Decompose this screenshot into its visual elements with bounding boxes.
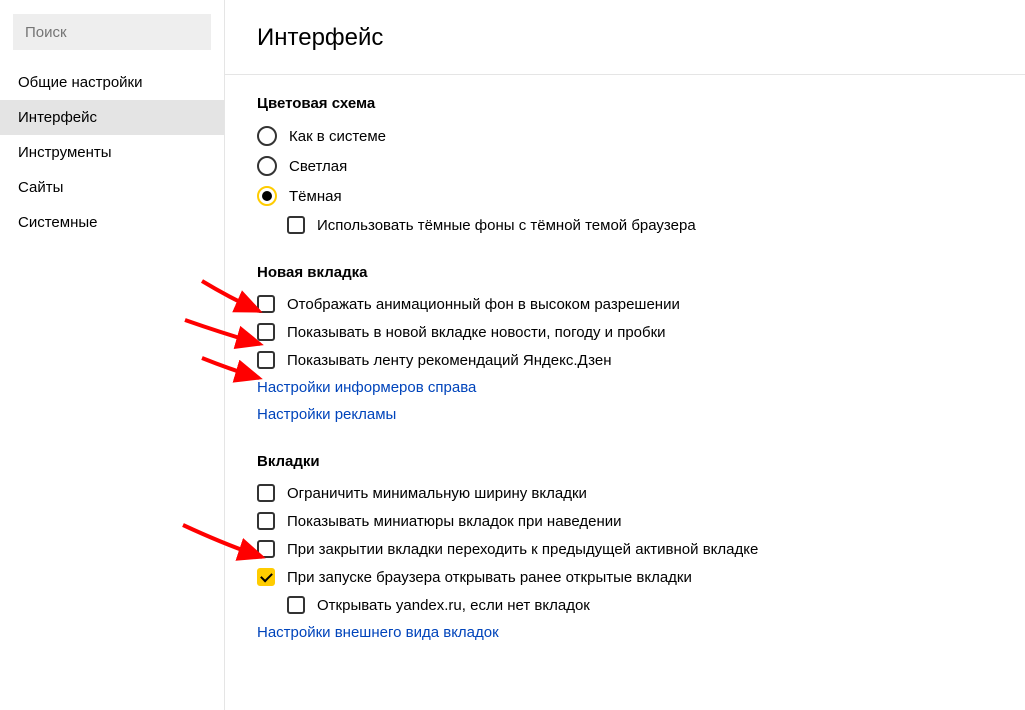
section-new-tab-title: Новая вкладка (257, 264, 993, 281)
checkbox-zen[interactable]: Показывать ленту рекомендаций Яндекс.Дзе… (257, 351, 993, 369)
checkbox-dark-bg[interactable]: Использовать тёмные фоны с тёмной темой … (287, 216, 993, 234)
checkbox-input[interactable] (257, 484, 275, 502)
checkbox-label: Показывать ленту рекомендаций Яндекс.Дзе… (287, 352, 612, 369)
checkbox-label: Использовать тёмные фоны с тёмной темой … (317, 217, 696, 234)
checkbox-label: При закрытии вкладки переходить к предыд… (287, 541, 758, 558)
sidebar-item-sites[interactable]: Сайты (0, 170, 224, 205)
checkbox-yandexru[interactable]: Открывать yandex.ru, если нет вкладок (287, 596, 993, 614)
checkbox-label: При запуске браузера открывать ранее отк… (287, 569, 692, 586)
sidebar-item-tools[interactable]: Инструменты (0, 135, 224, 170)
checkbox-input[interactable] (257, 540, 275, 558)
divider (225, 74, 1025, 75)
main-panel: Интерфейс Цветовая схема Как в системе С… (225, 0, 1025, 710)
checkbox-label: Открывать yandex.ru, если нет вкладок (317, 597, 590, 614)
checkbox-restore-tabs[interactable]: При запуске браузера открывать ранее отк… (257, 568, 993, 586)
checkbox-input[interactable] (287, 216, 305, 234)
sidebar-item-general[interactable]: Общие настройки (0, 65, 224, 100)
checkbox-label: Показывать миниатюры вкладок при наведен… (287, 513, 622, 530)
radio-like-system[interactable]: Как в системе (257, 126, 993, 146)
checkbox-input[interactable] (257, 295, 275, 313)
checkbox-minwidth[interactable]: Ограничить минимальную ширину вкладки (257, 484, 993, 502)
radio-label: Тёмная (289, 188, 342, 205)
checkbox-input[interactable] (257, 568, 275, 586)
checkbox-input[interactable] (287, 596, 305, 614)
link-tab-appearance[interactable]: Настройки внешнего вида вкладок (257, 624, 993, 641)
radio-label: Светлая (289, 158, 347, 175)
checkbox-news[interactable]: Показывать в новой вкладке новости, пого… (257, 323, 993, 341)
radio-input[interactable] (257, 156, 277, 176)
checkbox-input[interactable] (257, 512, 275, 530)
sidebar-item-interface[interactable]: Интерфейс (0, 100, 224, 135)
page-title: Интерфейс (257, 24, 993, 52)
checkbox-label: Отображать анимационный фон в высоком ра… (287, 296, 680, 313)
radio-dark[interactable]: Тёмная (257, 186, 993, 206)
checkbox-anim-bg[interactable]: Отображать анимационный фон в высоком ра… (257, 295, 993, 313)
checkbox-input[interactable] (257, 351, 275, 369)
section-tabs-title: Вкладки (257, 453, 993, 470)
link-ads[interactable]: Настройки рекламы (257, 406, 993, 423)
radio-light[interactable]: Светлая (257, 156, 993, 176)
section-color-scheme-title: Цветовая схема (257, 95, 993, 112)
settings-sidebar: Общие настройки Интерфейс Инструменты Са… (0, 0, 225, 710)
sidebar-item-system[interactable]: Системные (0, 205, 224, 240)
checkbox-thumbnails[interactable]: Показывать миниатюры вкладок при наведен… (257, 512, 993, 530)
link-informers[interactable]: Настройки информеров справа (257, 379, 993, 396)
checkbox-input[interactable] (257, 323, 275, 341)
checkbox-goback[interactable]: При закрытии вкладки переходить к предыд… (257, 540, 993, 558)
radio-input[interactable] (257, 126, 277, 146)
checkbox-label: Показывать в новой вкладке новости, пого… (287, 324, 666, 341)
radio-label: Как в системе (289, 128, 386, 145)
search-input[interactable] (13, 14, 211, 50)
checkbox-label: Ограничить минимальную ширину вкладки (287, 485, 587, 502)
radio-input[interactable] (257, 186, 277, 206)
